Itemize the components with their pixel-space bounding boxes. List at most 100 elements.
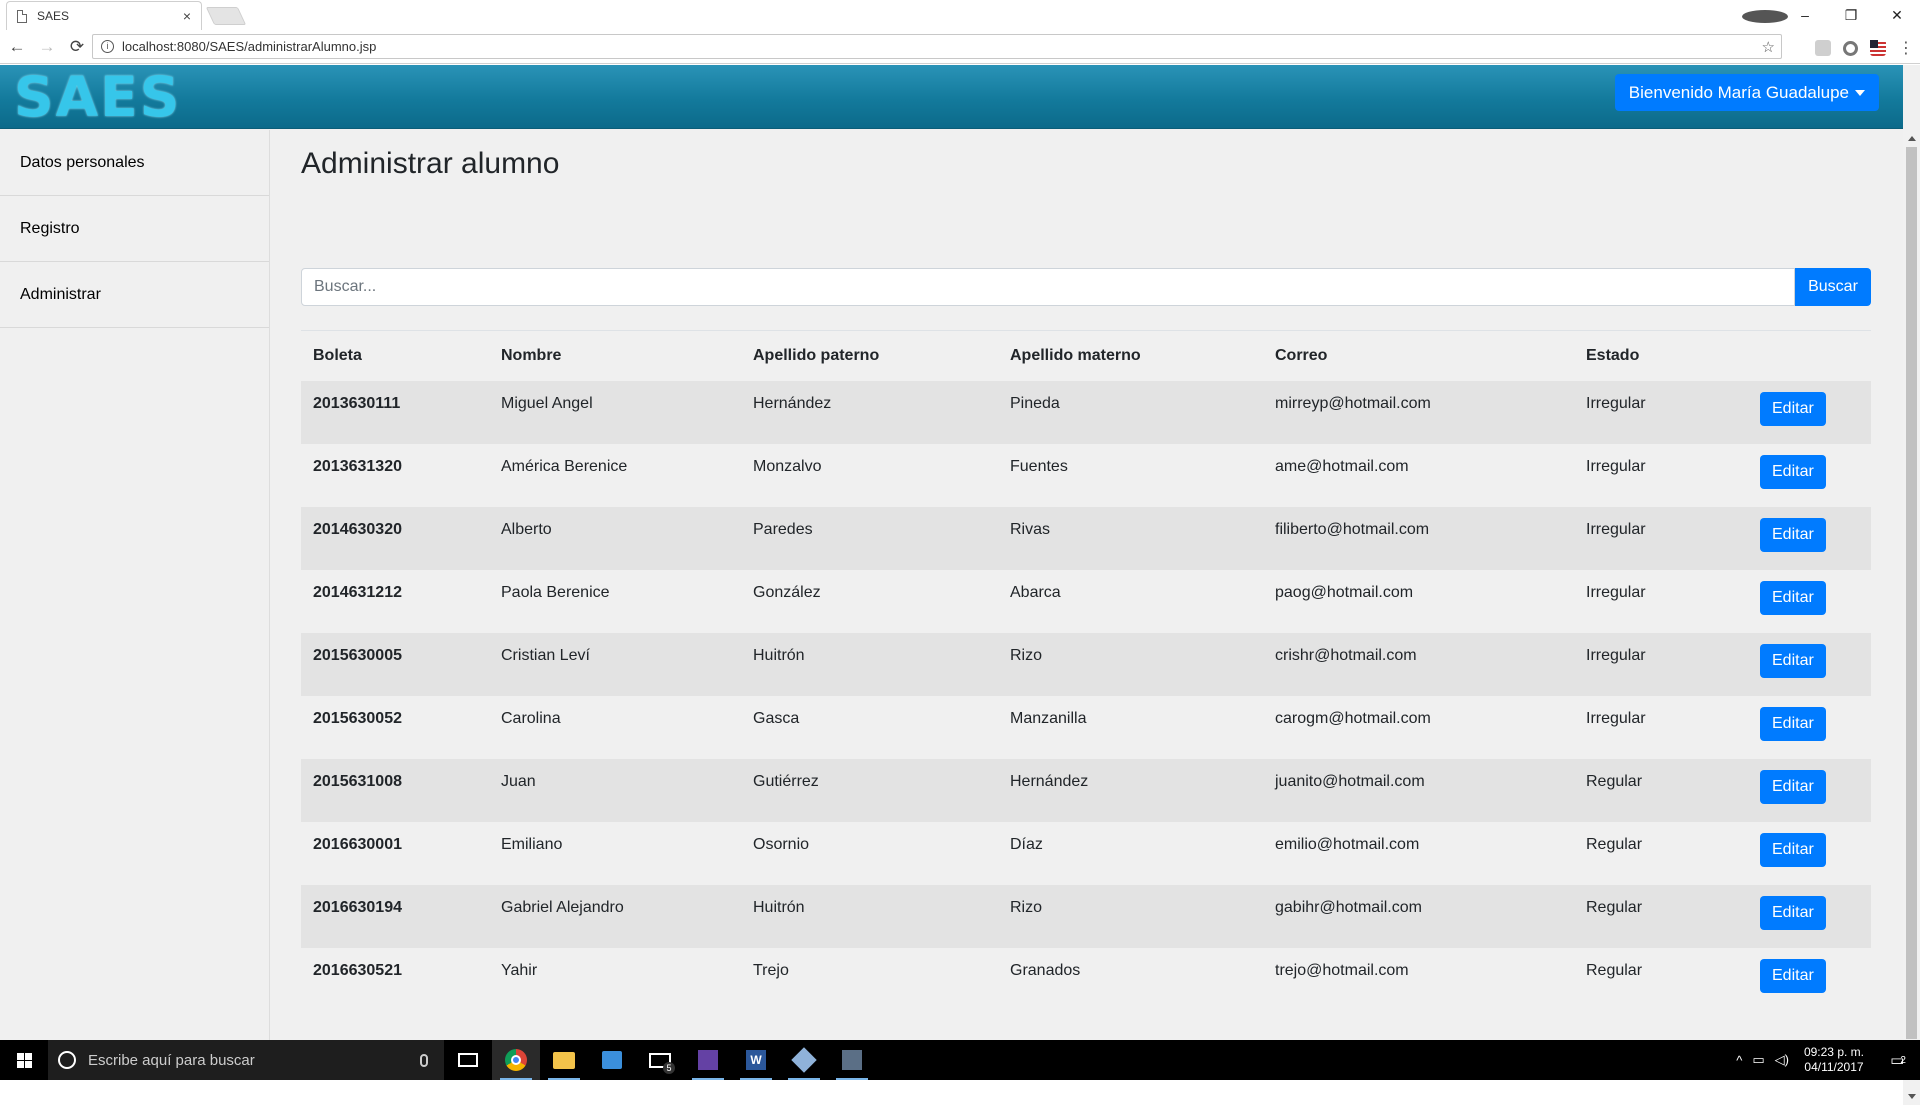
folder-icon[interactable] <box>540 1040 588 1080</box>
cell-apellido-materno: Fuentes <box>1010 457 1068 475</box>
cell-apellido-materno: Rizo <box>1010 898 1043 916</box>
url-text[interactable]: localhost:8080/SAES/administrarAlumno.js… <box>122 39 1762 54</box>
cell-boleta: 2013630111 <box>313 394 401 412</box>
cell-boleta: 2015631008 <box>313 772 402 790</box>
column-header-actions <box>1748 331 1871 381</box>
extension-icon[interactable] <box>1815 40 1831 56</box>
search-button[interactable]: Buscar <box>1795 268 1871 306</box>
cell-apellido-materno: Granados <box>1010 961 1081 979</box>
cell-apellido-materno: Manzanilla <box>1010 709 1087 727</box>
mic-icon[interactable] <box>420 1053 428 1067</box>
cell-actions: Editar <box>1748 444 1871 507</box>
search-input[interactable] <box>301 268 1795 306</box>
cell-apellido-paterno: Trejo <box>753 961 789 979</box>
cell-correo: paog@hotmail.com <box>1275 583 1414 601</box>
user-menu-button[interactable]: Bienvenido María Guadalupe <box>1614 74 1879 111</box>
clock[interactable]: 09:23 p. m. 04/11/2017 <box>1804 1045 1864 1075</box>
cell-estado: Irregular <box>1586 520 1646 538</box>
edit-button[interactable]: Editar <box>1760 895 1826 930</box>
extension-icon[interactable] <box>1870 40 1886 56</box>
scroll-up-icon[interactable] <box>1908 136 1916 141</box>
cell-correo: mirreyp@hotmail.com <box>1275 394 1431 412</box>
cell-correo: juanito@hotmail.com <box>1275 772 1425 790</box>
forward-icon[interactable]: → <box>34 37 60 57</box>
cell-actions: Editar <box>1748 759 1871 822</box>
window-controls: – ❐ ✕ <box>1742 0 1920 30</box>
cell-nombre: Yahir <box>501 961 538 979</box>
extension-icon[interactable] <box>1843 40 1858 56</box>
tab-close-icon[interactable]: × <box>183 8 191 24</box>
cell-apellido-materno: Pineda <box>1010 394 1060 412</box>
cell-nombre: Cristian Leví <box>501 646 590 664</box>
new-tab-button[interactable] <box>205 7 247 25</box>
star-icon[interactable]: ☆ <box>1762 38 1775 56</box>
cell-actions: Editar <box>1748 507 1871 570</box>
cube-icon[interactable] <box>780 1040 828 1080</box>
back-icon[interactable]: ← <box>4 37 30 57</box>
cell-correo: filiberto@hotmail.com <box>1275 520 1430 538</box>
task-view-icon[interactable] <box>444 1040 492 1080</box>
scroll-thumb[interactable] <box>1906 147 1917 1039</box>
table-row: 2013630111 Miguel Angel Hernández Pineda… <box>301 380 1871 444</box>
mail-icon[interactable]: 5 <box>636 1040 684 1080</box>
table-row: 2015631008 Juan Gutiérrez Hernández juan… <box>301 758 1871 822</box>
cell-actions: Editar <box>1748 885 1871 948</box>
notification-icon[interactable]: ▭ 2 <box>1876 1040 1920 1080</box>
edit-button[interactable]: Editar <box>1760 958 1826 993</box>
cell-nombre: Miguel Angel <box>501 394 593 412</box>
cell-apellido-paterno: Paredes <box>753 520 813 538</box>
table-row: 2016630521 Yahir Trejo Granados trejo@ho… <box>301 947 1871 1011</box>
table-row: 2016630194 Gabriel Alejandro Huitrón Riz… <box>301 884 1871 948</box>
taskbar-search[interactable]: Escribe aquí para buscar <box>48 1040 444 1080</box>
column-header-estado: Estado <box>1586 346 1640 364</box>
network-icon[interactable]: ▭ <box>1752 1052 1764 1068</box>
edit-button[interactable]: Editar <box>1760 643 1826 678</box>
table-header-row: Boleta Nombre Apellido paterno Apellido … <box>301 330 1871 381</box>
column-header-apellido-materno: Apellido materno <box>1010 346 1141 364</box>
address-bar[interactable]: i localhost:8080/SAES/administrarAlumno.… <box>92 34 1782 59</box>
store-icon[interactable] <box>588 1040 636 1080</box>
edit-button[interactable]: Editar <box>1760 517 1826 552</box>
menu-icon[interactable]: ⋮ <box>1898 38 1914 58</box>
edit-button[interactable]: Editar <box>1760 391 1826 426</box>
cell-nombre: Emiliano <box>501 835 563 853</box>
browser-tab[interactable]: SAES × <box>6 1 202 30</box>
cell-boleta: 2015630052 <box>313 709 402 727</box>
close-window-button[interactable]: ✕ <box>1874 7 1920 24</box>
edit-button[interactable]: Editar <box>1760 454 1826 489</box>
maximize-button[interactable]: ❐ <box>1828 7 1874 24</box>
cell-apellido-paterno: Huitrón <box>753 646 805 664</box>
column-header-boleta: Boleta <box>313 346 362 364</box>
chrome-icon[interactable] <box>492 1040 540 1080</box>
twitch-icon[interactable] <box>684 1040 732 1080</box>
sidebar-item-datos-personales[interactable]: Datos personales <box>0 130 269 196</box>
page-scrollbar[interactable] <box>1903 130 1920 1105</box>
word-icon[interactable]: W <box>732 1040 780 1080</box>
cell-estado: Irregular <box>1586 457 1646 475</box>
info-icon[interactable]: i <box>101 40 114 53</box>
cell-actions: Editar <box>1748 822 1871 885</box>
sidebar-item-registro[interactable]: Registro <box>0 196 269 262</box>
scroll-down-icon[interactable] <box>1908 1094 1916 1099</box>
cell-boleta: 2016630194 <box>313 898 402 916</box>
cell-apellido-materno: Abarca <box>1010 583 1061 601</box>
cell-apellido-materno: Rivas <box>1010 520 1051 538</box>
edit-button[interactable]: Editar <box>1760 769 1826 804</box>
edit-button[interactable]: Editar <box>1760 832 1826 867</box>
extensions: ⋮ <box>1815 38 1914 58</box>
minimize-button[interactable]: – <box>1782 7 1828 23</box>
cell-correo: emilio@hotmail.com <box>1275 835 1420 853</box>
windows-icon[interactable] <box>0 1040 48 1080</box>
volume-icon[interactable]: ◁) <box>1775 1052 1789 1068</box>
chevron-up-icon[interactable]: ^ <box>1736 1053 1742 1068</box>
app-logo[interactable]: SAES <box>14 69 181 125</box>
sidebar-item-administrar[interactable]: Administrar <box>0 262 269 328</box>
reload-icon[interactable]: ⟳ <box>64 37 90 57</box>
cell-boleta: 2014631212 <box>313 583 402 601</box>
vs-icon[interactable] <box>828 1040 876 1080</box>
profile-icon[interactable] <box>1742 7 1788 23</box>
cell-nombre: Alberto <box>501 520 552 538</box>
edit-button[interactable]: Editar <box>1760 706 1826 741</box>
tab-title: SAES <box>37 9 70 23</box>
edit-button[interactable]: Editar <box>1760 580 1826 615</box>
